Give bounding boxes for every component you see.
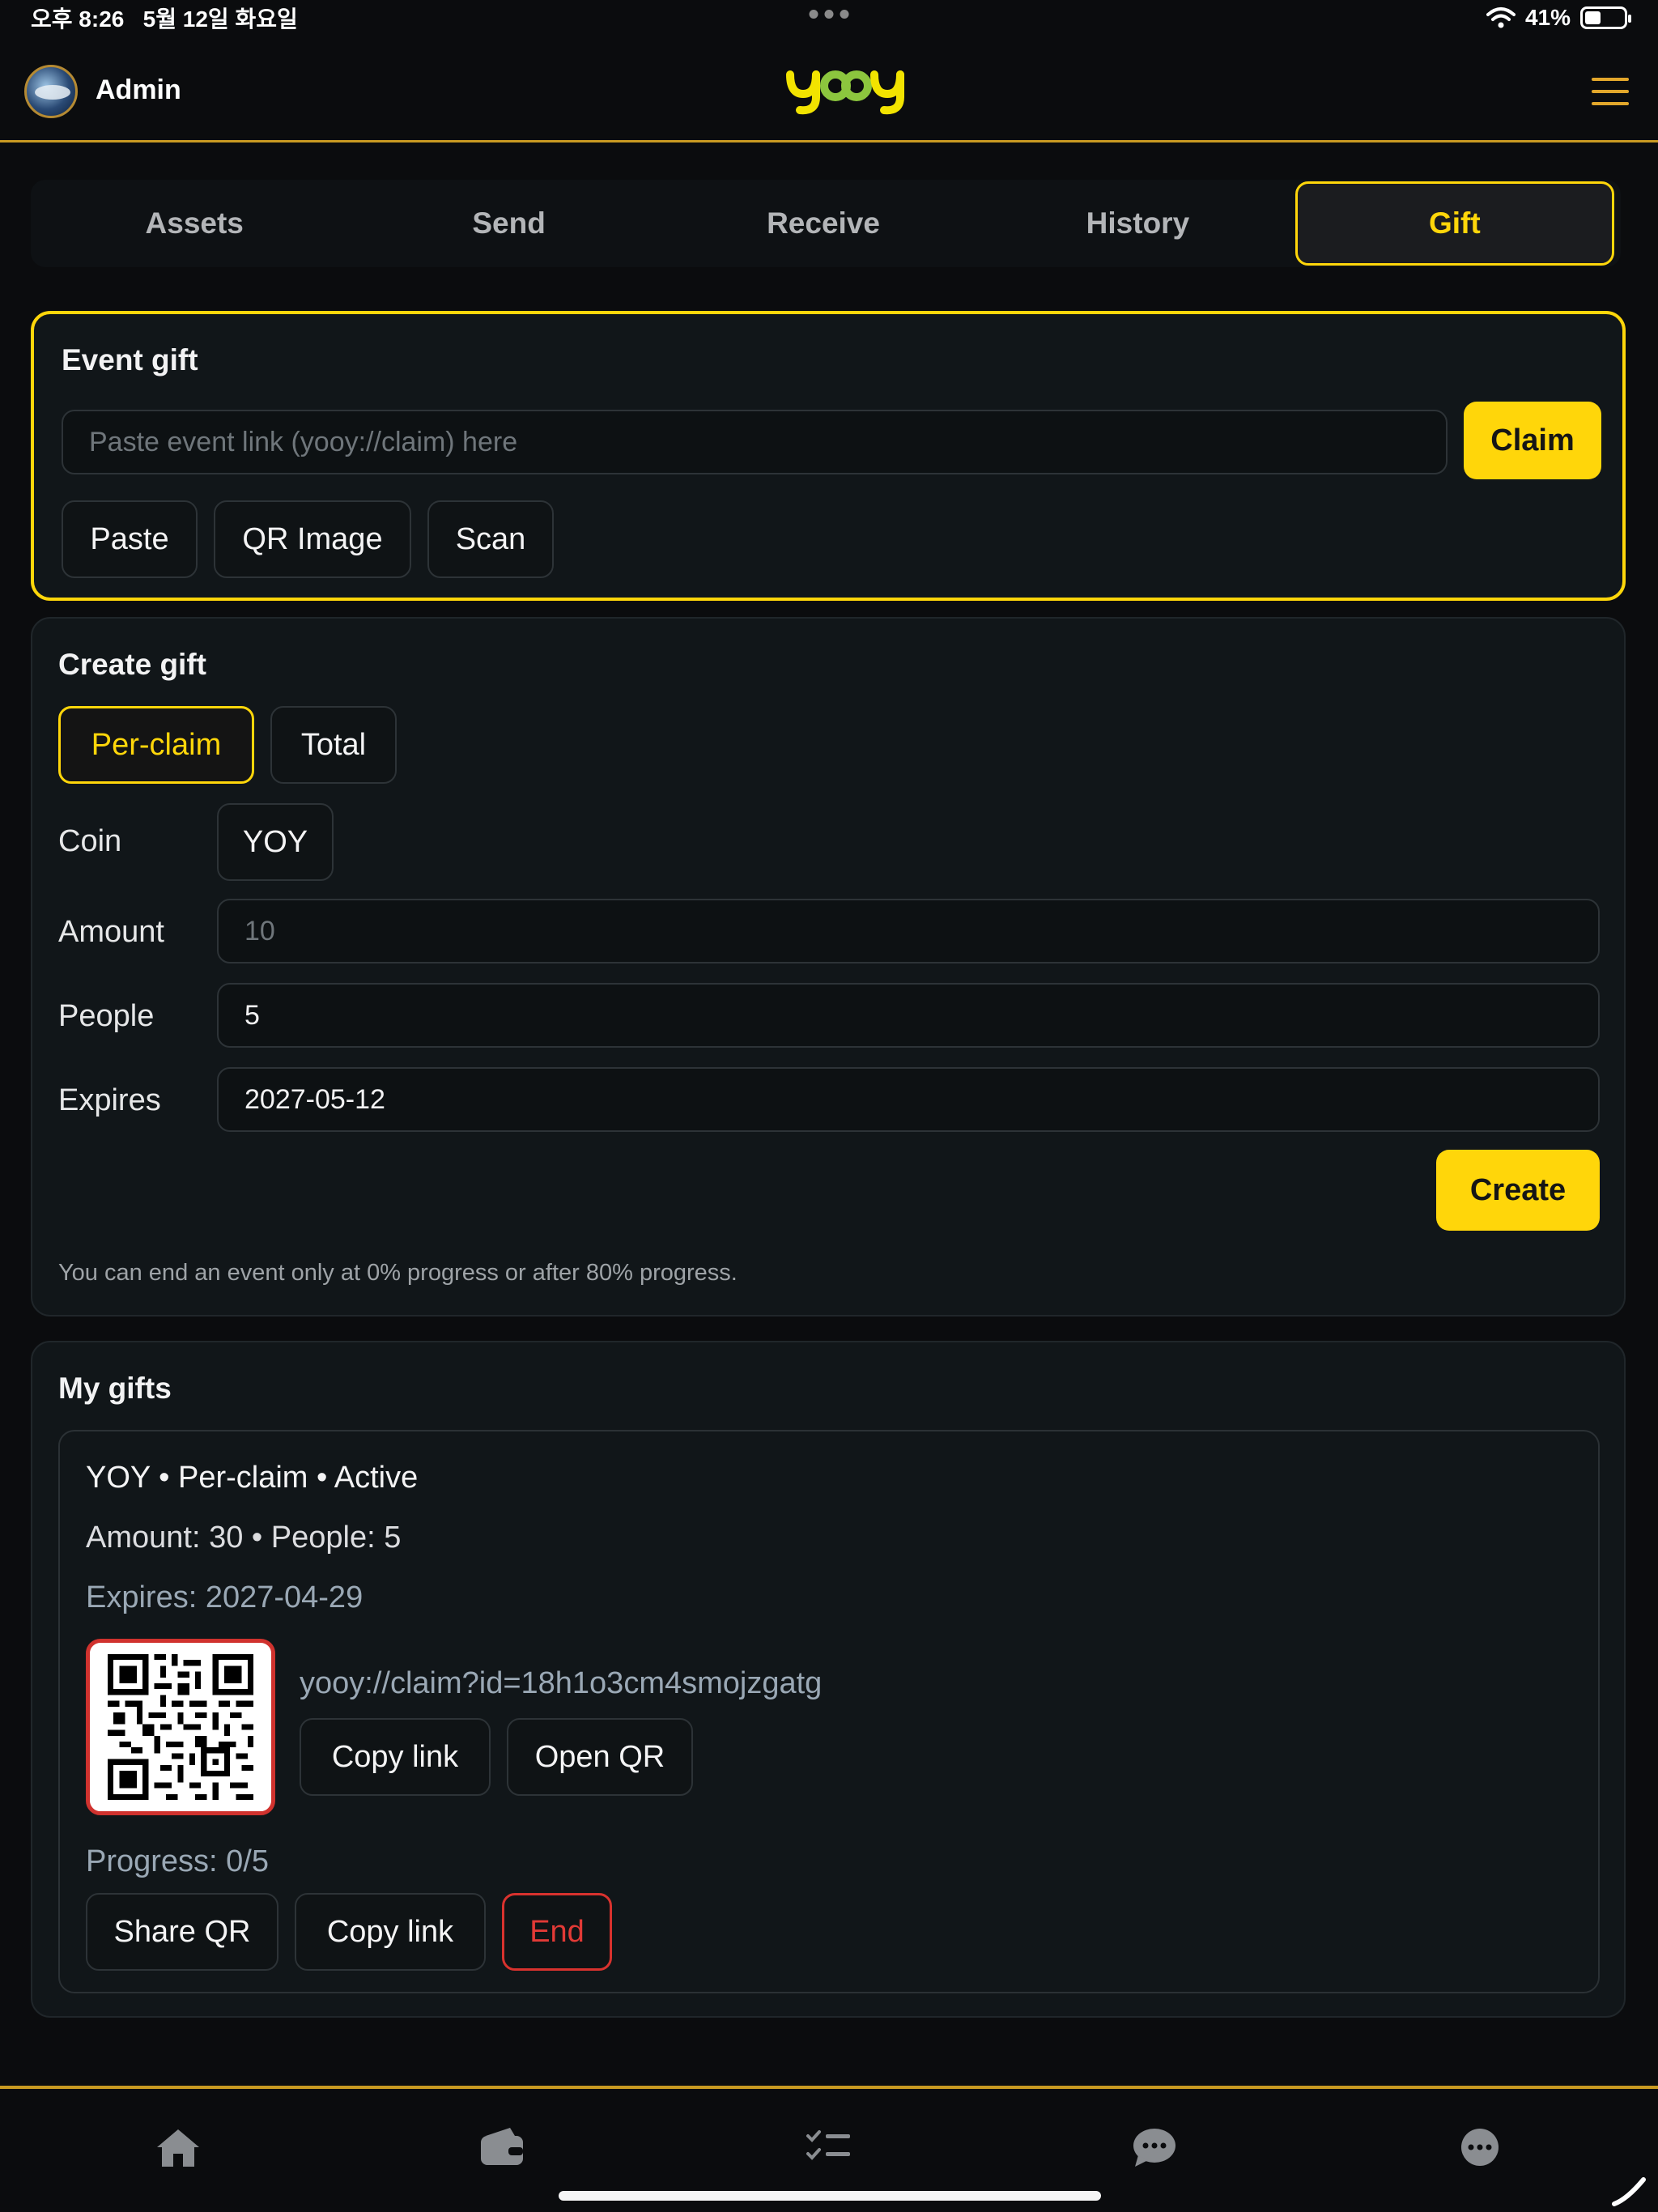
mode-total-button[interactable]: Total bbox=[270, 706, 397, 784]
gift-summary: YOY • Per-claim • Active bbox=[86, 1461, 419, 1495]
copy-link-button-2[interactable]: Copy link bbox=[295, 1893, 486, 1971]
avatar[interactable] bbox=[24, 65, 78, 118]
create-gift-title: Create gift bbox=[58, 648, 206, 681]
people-input[interactable]: 5 bbox=[217, 983, 1600, 1048]
battery-icon bbox=[1580, 6, 1631, 29]
coin-select[interactable]: YOY bbox=[217, 803, 334, 881]
tab-assets[interactable]: Assets bbox=[37, 181, 351, 266]
create-gift-card: Create gift Per-claim Total Coin YOY Amo… bbox=[31, 617, 1626, 1317]
battery-percent: 41% bbox=[1524, 5, 1571, 30]
status-right: 41% bbox=[1486, 5, 1631, 31]
wallet-icon[interactable] bbox=[478, 2126, 526, 2168]
checklist-icon[interactable] bbox=[805, 2126, 853, 2168]
coin-label: Coin bbox=[58, 824, 122, 858]
event-gift-title: Event gift bbox=[62, 343, 198, 376]
my-gifts-title: My gifts bbox=[58, 1372, 172, 1405]
tab-send[interactable]: Send bbox=[351, 181, 665, 266]
more-icon[interactable] bbox=[1456, 2126, 1504, 2168]
claim-button[interactable]: Claim bbox=[1464, 402, 1601, 479]
end-event-note: You can end an event only at 0% progress… bbox=[58, 1260, 738, 1286]
gift-expires: Expires: 2027-04-29 bbox=[86, 1580, 363, 1614]
paste-button[interactable]: Paste bbox=[62, 500, 198, 578]
tab-receive[interactable]: Receive bbox=[666, 181, 980, 266]
amount-label: Amount bbox=[58, 915, 164, 949]
gift-item: YOY • Per-claim • Active Amount: 30 • Pe… bbox=[58, 1430, 1600, 1993]
scan-button[interactable]: Scan bbox=[427, 500, 554, 578]
gift-amount-people: Amount: 30 • People: 5 bbox=[86, 1521, 402, 1555]
expires-input[interactable]: 2027-05-12 bbox=[217, 1067, 1600, 1132]
yooy-logo-icon bbox=[786, 70, 904, 115]
create-button[interactable]: Create bbox=[1436, 1150, 1600, 1231]
tab-gift[interactable]: Gift bbox=[1295, 181, 1615, 266]
multitasking-dots-icon[interactable] bbox=[809, 10, 849, 19]
gift-claim-link[interactable]: yooy://claim?id=18h1o3cm4smojzgatg bbox=[300, 1666, 822, 1701]
qr-image-button[interactable]: QR Image bbox=[214, 500, 411, 578]
qr-code-icon bbox=[108, 1654, 253, 1800]
wifi-icon bbox=[1486, 7, 1516, 28]
pencil-icon[interactable] bbox=[1611, 2175, 1648, 2207]
event-gift-card: Event gift Paste event link (yooy://clai… bbox=[31, 311, 1626, 601]
end-button[interactable]: End bbox=[502, 1893, 612, 1971]
mode-per-claim-button[interactable]: Per-claim bbox=[58, 706, 254, 784]
chat-icon[interactable] bbox=[1130, 2126, 1179, 2168]
gift-progress: Progress: 0/5 bbox=[86, 1844, 269, 1878]
home-indicator[interactable] bbox=[559, 2191, 1101, 2201]
copy-link-button[interactable]: Copy link bbox=[300, 1718, 491, 1796]
event-link-input[interactable]: Paste event link (yooy://claim) here bbox=[62, 410, 1448, 474]
people-label: People bbox=[58, 999, 155, 1033]
gift-qr-code[interactable] bbox=[86, 1639, 275, 1815]
home-icon[interactable] bbox=[154, 2126, 202, 2168]
hamburger-menu-icon[interactable] bbox=[1592, 78, 1629, 105]
status-time-date: 오후 8:26 5월 12일 화요일 bbox=[31, 6, 298, 32]
tab-bar: Assets Send Receive History Gift bbox=[31, 180, 1621, 267]
user-name: Admin bbox=[96, 74, 181, 105]
tab-history[interactable]: History bbox=[980, 181, 1295, 266]
app-header: Admin bbox=[0, 37, 1658, 143]
share-qr-button[interactable]: Share QR bbox=[86, 1893, 278, 1971]
amount-input[interactable]: 10 bbox=[217, 899, 1600, 963]
my-gifts-card: My gifts YOY • Per-claim • Active Amount… bbox=[31, 1341, 1626, 2018]
open-qr-button[interactable]: Open QR bbox=[507, 1718, 693, 1796]
expires-label: Expires bbox=[58, 1083, 161, 1117]
